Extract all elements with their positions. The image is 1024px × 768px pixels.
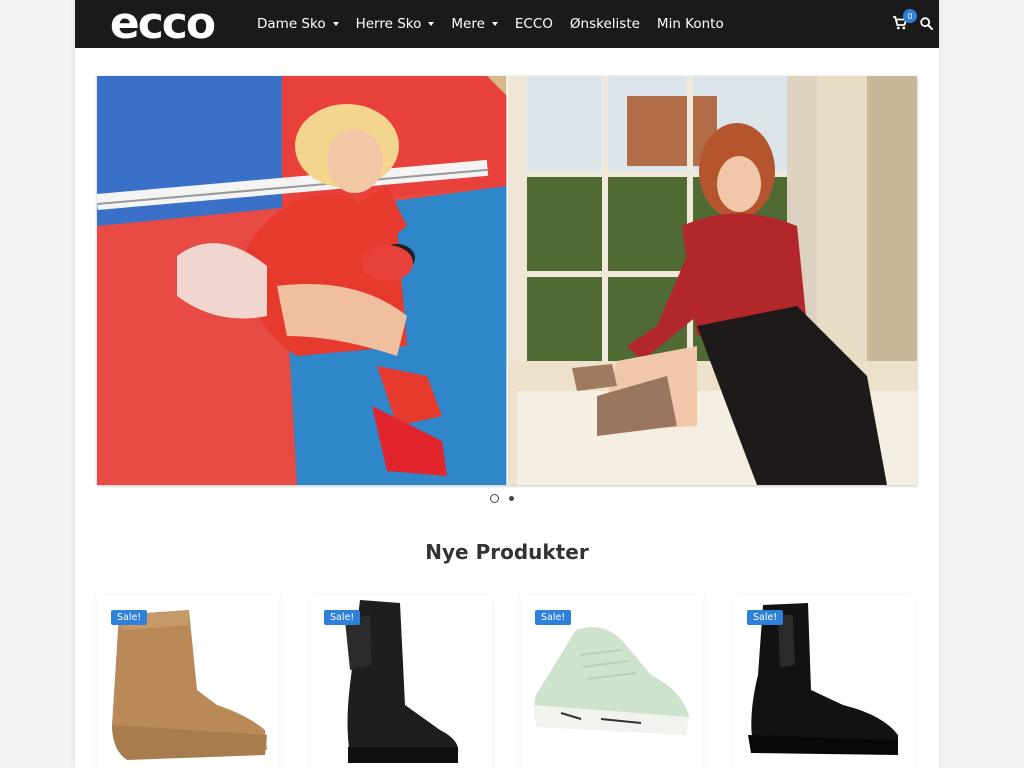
slider-dot-2[interactable] — [509, 496, 514, 501]
nav-min-konto[interactable]: Min Konto — [657, 16, 724, 32]
nav-label: Ønskeliste — [569, 16, 640, 32]
svg-text:ecco: ecco — [110, 4, 215, 44]
cart-count-badge: 0 — [903, 9, 917, 23]
section-title: Nye Produkter — [425, 540, 589, 564]
sale-badge: Sale! — [535, 610, 572, 625]
chevron-down-icon — [491, 22, 498, 26]
sale-badge: Sale! — [111, 610, 148, 625]
slider-dot-1[interactable] — [490, 494, 499, 503]
top-navigation-bar: ecco Dame Sko Herre Sko Mere ECCO Ønskel… — [75, 0, 939, 48]
product-card[interactable]: Sale! — [310, 595, 492, 768]
chevron-down-icon — [428, 22, 435, 26]
hero-slider[interactable] — [97, 76, 917, 485]
nav-label: Herre Sko — [355, 16, 422, 32]
slider-pagination — [490, 494, 514, 503]
nav-label: Mere — [451, 16, 485, 32]
chevron-down-icon — [332, 22, 339, 26]
search-icon[interactable] — [920, 17, 933, 30]
sale-badge: Sale! — [324, 610, 361, 625]
nav-onskeliste[interactable]: Ønskeliste — [570, 16, 640, 32]
nav-label: ECCO — [514, 16, 553, 32]
product-card[interactable]: Sale! — [733, 595, 915, 768]
sale-badge: Sale! — [747, 610, 784, 625]
nav-dame-sko[interactable]: Dame Sko — [257, 16, 339, 32]
nav-herre-sko[interactable]: Herre Sko — [356, 16, 435, 32]
nav-ecco[interactable]: ECCO — [515, 16, 553, 32]
nav-label: Min Konto — [656, 16, 724, 32]
site-container: ecco Dame Sko Herre Sko Mere ECCO Ønskel… — [75, 0, 939, 768]
hero-slide-image — [97, 76, 917, 485]
product-card[interactable]: Sale! — [521, 595, 703, 768]
main-nav: Dame Sko Herre Sko Mere ECCO Ønskeliste … — [257, 0, 741, 48]
nav-label: Dame Sko — [257, 16, 326, 32]
nav-mere[interactable]: Mere — [451, 16, 498, 32]
product-card[interactable]: Sale! — [97, 595, 279, 768]
ecco-logo[interactable]: ecco — [91, 4, 233, 44]
